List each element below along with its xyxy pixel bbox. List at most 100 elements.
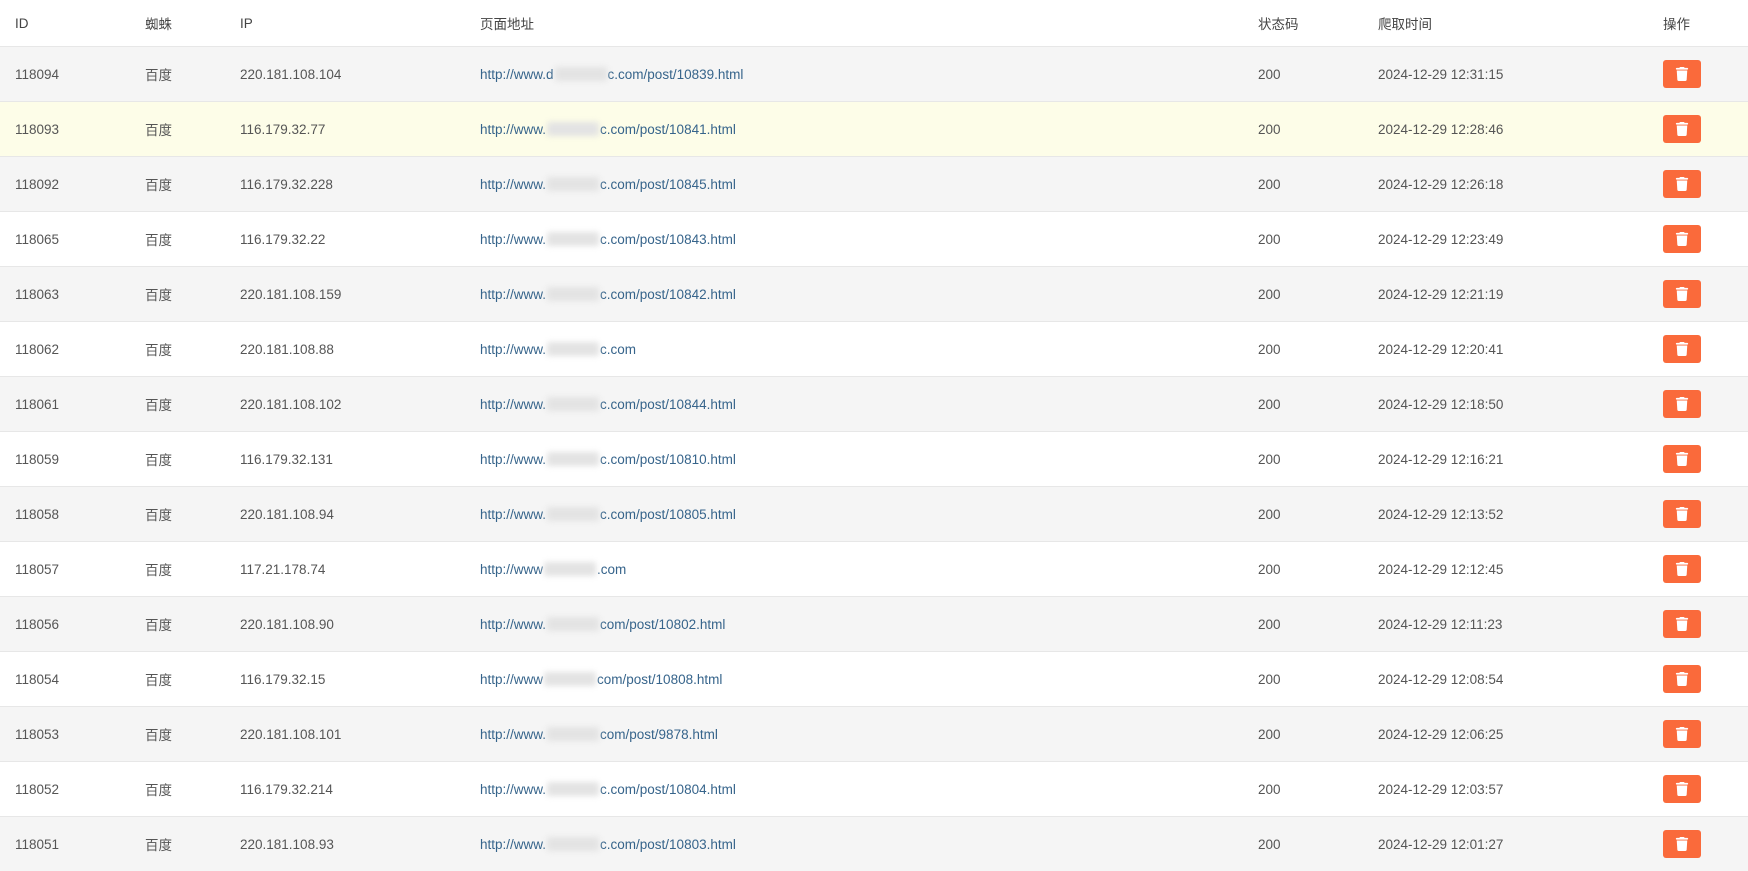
trash-icon: [1675, 232, 1689, 246]
delete-button[interactable]: [1663, 280, 1701, 308]
cell-url: http://www.com/post/10802.html: [465, 597, 1243, 652]
cell-time: 2024-12-29 12:18:50: [1363, 377, 1648, 432]
cell-time: 2024-12-29 12:20:41: [1363, 322, 1648, 377]
table-row: 118093 百度 116.179.32.77 http://www.c.com…: [0, 102, 1748, 157]
delete-button[interactable]: [1663, 390, 1701, 418]
cell-operation: [1648, 267, 1748, 322]
page-url-link[interactable]: http://wwwcom/post/10808.html: [480, 672, 722, 687]
cell-ip: 220.181.108.102: [225, 377, 465, 432]
cell-id: 118051: [0, 817, 130, 871]
redacted-segment: [547, 507, 599, 521]
cell-status: 200: [1243, 212, 1363, 267]
cell-operation: [1648, 542, 1748, 597]
cell-time: 2024-12-29 12:12:45: [1363, 542, 1648, 597]
cell-status: 200: [1243, 542, 1363, 597]
redacted-segment: [547, 397, 599, 411]
page-url-link[interactable]: http://www.c.com/post/10845.html: [480, 177, 736, 192]
cell-id: 118057: [0, 542, 130, 597]
table-row: 118056 百度 220.181.108.90 http://www.com/…: [0, 597, 1748, 652]
page-url-link[interactable]: http://www.c.com/post/10805.html: [480, 507, 736, 522]
delete-button[interactable]: [1663, 610, 1701, 638]
delete-button[interactable]: [1663, 830, 1701, 858]
trash-icon: [1675, 397, 1689, 411]
cell-url: http://www.c.com/post/10845.html: [465, 157, 1243, 212]
page-url-link[interactable]: http://www.c.com/post/10842.html: [480, 287, 736, 302]
cell-spider: 百度: [130, 157, 225, 212]
cell-ip: 116.179.32.77: [225, 102, 465, 157]
col-header-status: 状态码: [1243, 0, 1363, 47]
cell-spider: 百度: [130, 47, 225, 102]
cell-url: http://www.com: [465, 542, 1243, 597]
cell-time: 2024-12-29 12:26:18: [1363, 157, 1648, 212]
trash-icon: [1675, 617, 1689, 631]
cell-spider: 百度: [130, 322, 225, 377]
delete-button[interactable]: [1663, 60, 1701, 88]
cell-spider: 百度: [130, 707, 225, 762]
cell-status: 200: [1243, 597, 1363, 652]
delete-button[interactable]: [1663, 115, 1701, 143]
page-url-link[interactable]: http://www.c.com/post/10804.html: [480, 782, 736, 797]
cell-status: 200: [1243, 817, 1363, 871]
cell-ip: 116.179.32.228: [225, 157, 465, 212]
page-url-link[interactable]: http://www.com/post/10802.html: [480, 617, 725, 632]
page-url-link[interactable]: http://www.com/post/9878.html: [480, 727, 718, 742]
cell-url: http://www.c.com/post/10841.html: [465, 102, 1243, 157]
delete-button[interactable]: [1663, 775, 1701, 803]
trash-icon: [1675, 67, 1689, 81]
cell-status: 200: [1243, 47, 1363, 102]
trash-icon: [1675, 452, 1689, 466]
page-url-link[interactable]: http://www.com: [480, 562, 626, 577]
page-url-link[interactable]: http://www.c.com/post/10843.html: [480, 232, 736, 247]
table-row: 118054 百度 116.179.32.15 http://wwwcom/po…: [0, 652, 1748, 707]
delete-button[interactable]: [1663, 225, 1701, 253]
trash-icon: [1675, 507, 1689, 521]
cell-id: 118061: [0, 377, 130, 432]
cell-id: 118054: [0, 652, 130, 707]
cell-ip: 220.181.108.88: [225, 322, 465, 377]
trash-icon: [1675, 122, 1689, 136]
delete-button[interactable]: [1663, 665, 1701, 693]
cell-status: 200: [1243, 102, 1363, 157]
cell-time: 2024-12-29 12:16:21: [1363, 432, 1648, 487]
cell-operation: [1648, 597, 1748, 652]
page-url-link[interactable]: http://www.c.com/post/10810.html: [480, 452, 736, 467]
cell-operation: [1648, 157, 1748, 212]
delete-button[interactable]: [1663, 555, 1701, 583]
cell-spider: 百度: [130, 487, 225, 542]
table-row: 118058 百度 220.181.108.94 http://www.c.co…: [0, 487, 1748, 542]
table-row: 118053 百度 220.181.108.101 http://www.com…: [0, 707, 1748, 762]
col-header-url: 页面地址: [465, 0, 1243, 47]
delete-button[interactable]: [1663, 335, 1701, 363]
cell-spider: 百度: [130, 377, 225, 432]
delete-button[interactable]: [1663, 445, 1701, 473]
delete-button[interactable]: [1663, 500, 1701, 528]
trash-icon: [1675, 342, 1689, 356]
cell-spider: 百度: [130, 597, 225, 652]
cell-spider: 百度: [130, 267, 225, 322]
table-row: 118051 百度 220.181.108.93 http://www.c.co…: [0, 817, 1748, 871]
cell-id: 118065: [0, 212, 130, 267]
page-url-link[interactable]: http://www.c.com/post/10844.html: [480, 397, 736, 412]
col-header-crawl-time: 爬取时间: [1363, 0, 1648, 47]
trash-icon: [1675, 287, 1689, 301]
delete-button[interactable]: [1663, 720, 1701, 748]
cell-time: 2024-12-29 12:23:49: [1363, 212, 1648, 267]
table-row: 118092 百度 116.179.32.228 http://www.c.co…: [0, 157, 1748, 212]
page-url-link[interactable]: http://www.c.com/post/10803.html: [480, 837, 736, 852]
crawl-log-table: ID 蜘蛛 IP 页面地址 状态码 爬取时间 操作 118094 百度 220.…: [0, 0, 1748, 871]
page-url-link[interactable]: http://www.dc.com/post/10839.html: [480, 67, 743, 82]
redacted-segment: [555, 67, 607, 81]
cell-ip: 220.181.108.101: [225, 707, 465, 762]
delete-button[interactable]: [1663, 170, 1701, 198]
col-header-ip: IP: [225, 0, 465, 47]
cell-ip: 220.181.108.90: [225, 597, 465, 652]
cell-id: 118056: [0, 597, 130, 652]
page-url-link[interactable]: http://www.c.com/post/10841.html: [480, 122, 736, 137]
trash-icon: [1675, 837, 1689, 851]
trash-icon: [1675, 727, 1689, 741]
col-header-operation: 操作: [1648, 0, 1748, 47]
page-url-link[interactable]: http://www.c.com: [480, 342, 636, 357]
cell-url: http://www.c.com/post/10843.html: [465, 212, 1243, 267]
cell-status: 200: [1243, 652, 1363, 707]
redacted-segment: [547, 452, 599, 466]
